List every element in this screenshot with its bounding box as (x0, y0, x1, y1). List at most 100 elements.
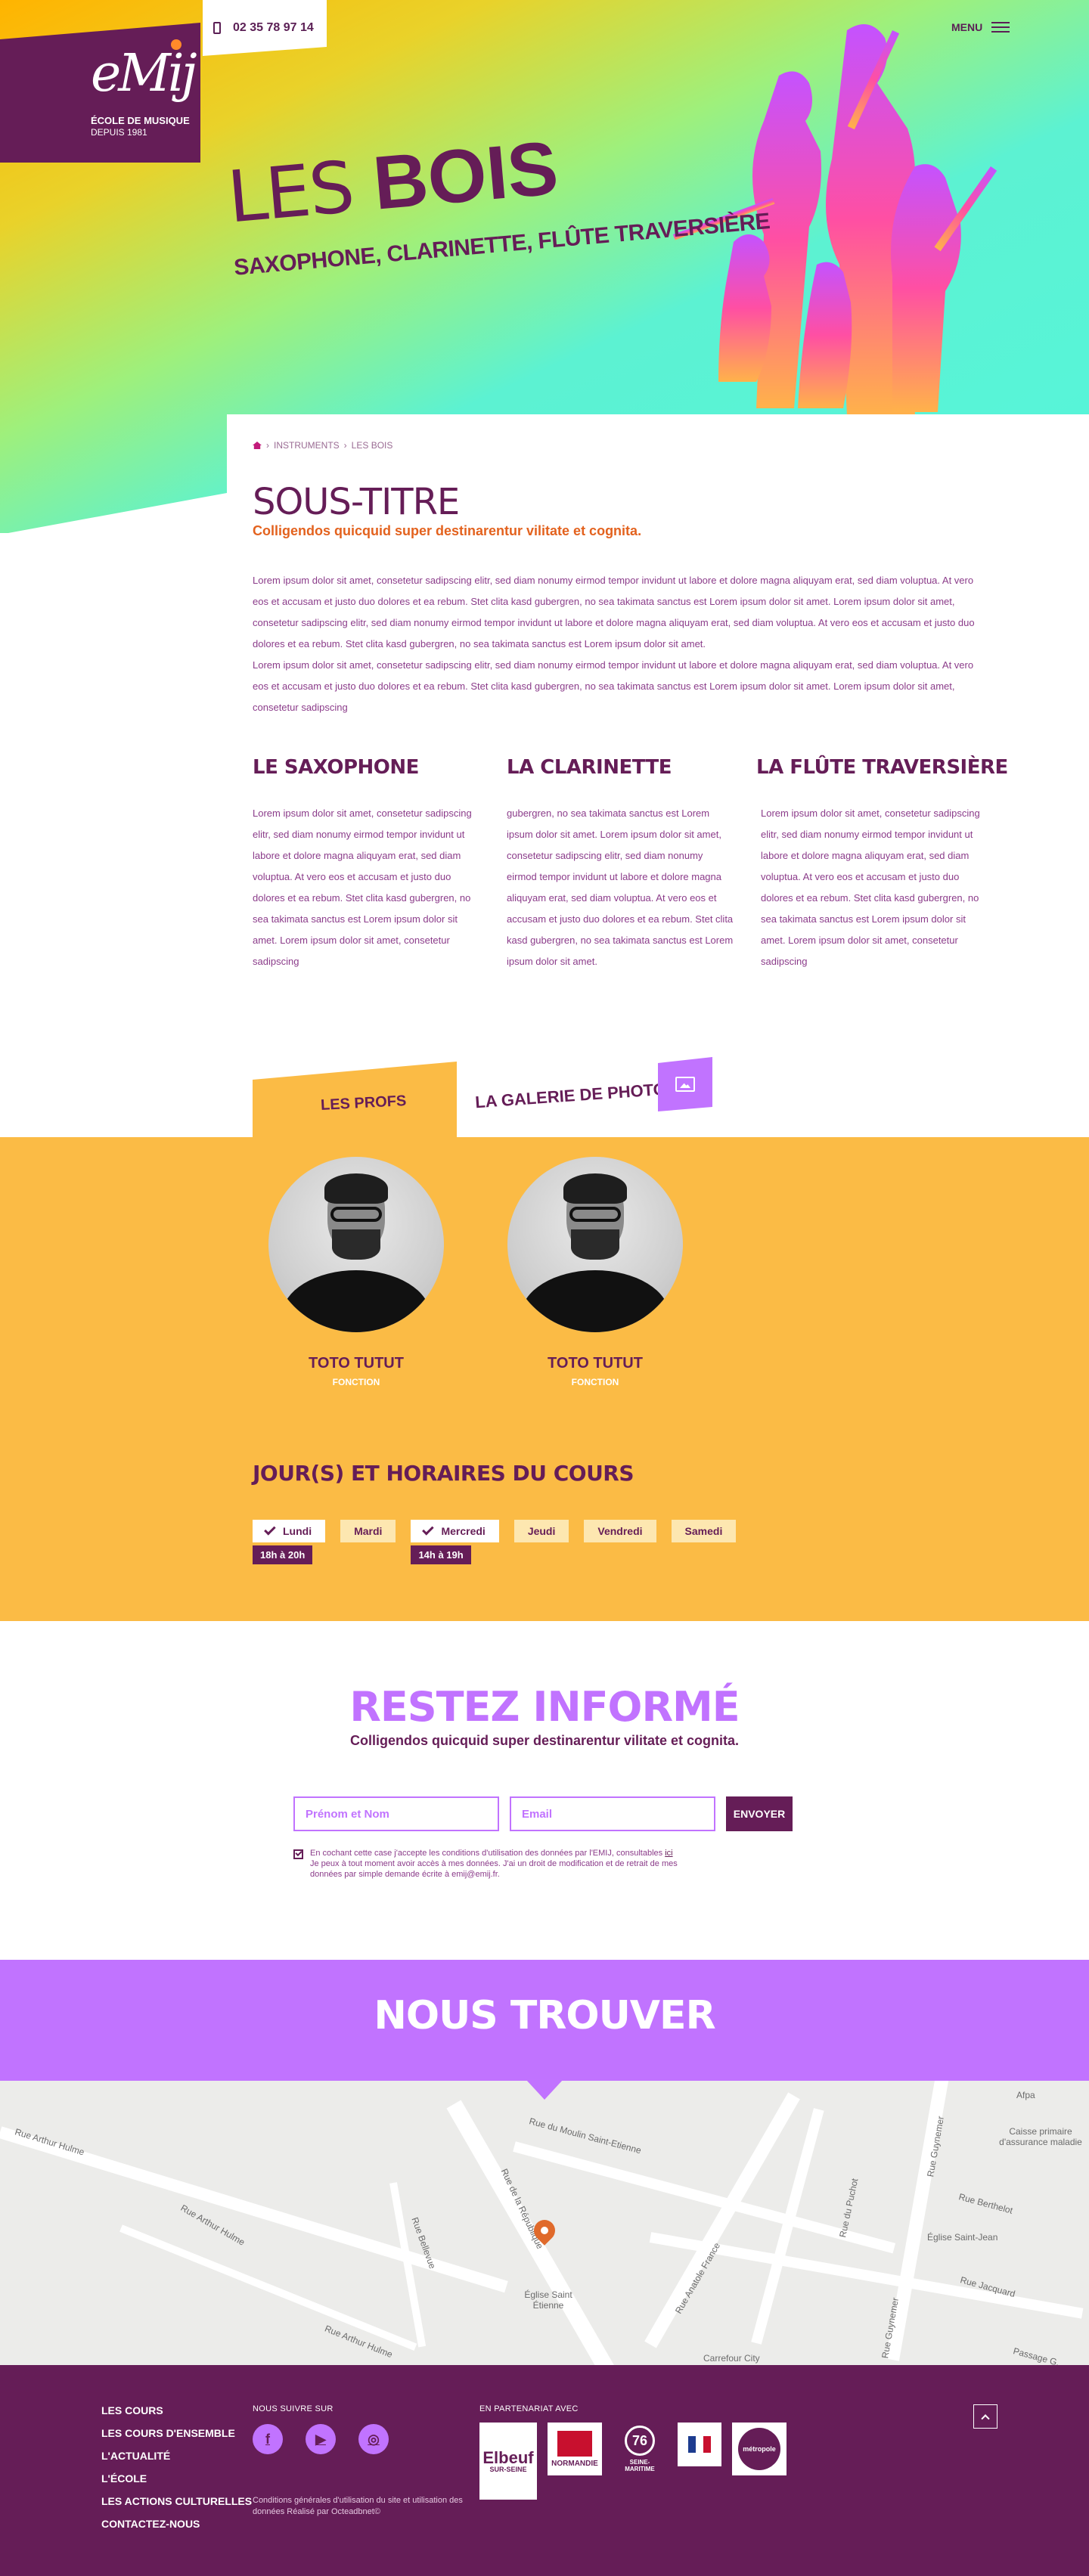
partner-seine-maritime[interactable]: 76 SEINE-MARITIME (613, 2423, 667, 2475)
instrument-title-clarinette: LA CLARINETTE (507, 756, 672, 779)
newsletter-title: RESTEZ INFORMÉ (349, 1683, 740, 1731)
map-label: Église Saint Étienne (524, 2289, 572, 2311)
instrument-text-saxophone: Lorem ipsum dolor sit amet, consetetur s… (253, 808, 472, 967)
consent-link[interactable]: ici (665, 1849, 672, 1858)
tab-gallery[interactable]: LA GALERIE DE PHOTOS (474, 1079, 678, 1113)
section-title: SOUS-TITRE (253, 481, 460, 523)
partner-subname: NORMANDIE (551, 2459, 598, 2468)
menu-label: MENU (951, 21, 983, 33)
normandie-flag-icon (557, 2430, 592, 2457)
day-vendredi: Vendredi (584, 1520, 656, 1542)
day-label: Jeudi (527, 1525, 556, 1537)
breadcrumb-separator: › (343, 440, 347, 451)
menu-button[interactable]: MENU (951, 21, 1010, 33)
partner-name: 76 (625, 2426, 655, 2456)
day-mardi: Mardi (340, 1520, 396, 1542)
partner-normandie[interactable]: NORMANDIE (548, 2423, 602, 2475)
map-label: Afpa (1016, 2090, 1035, 2100)
footer-link-contact[interactable]: CONTACTEZ-NOUS (101, 2518, 252, 2530)
consent-line: Je peux à tout moment avoir accès à mes … (310, 1859, 678, 1879)
logo-tagline: ÉCOLE DE MUSIQUE (91, 115, 190, 126)
instrument-title-flute: LA FLÛTE TRAVERSIÈRE (756, 756, 1008, 779)
map-label: Passage G... (1012, 2345, 1066, 2365)
day-hours: 14h à 19h (411, 1545, 471, 1564)
phone-number[interactable]: 02 35 78 97 14 (233, 21, 314, 35)
check-icon (264, 1524, 276, 1536)
partner-name: métropole (738, 2428, 780, 2470)
map-label: Rue Berthelot (957, 2191, 1014, 2216)
follow-label: NOUS SUIVRE SUR (253, 2404, 334, 2413)
social-links: f ▶ ◎ (253, 2424, 389, 2454)
page-title-light: LES (224, 146, 357, 240)
partner-name: Elbeuf (482, 2447, 534, 2467)
facebook-icon[interactable]: f (253, 2424, 283, 2454)
prof-card[interactable]: TOTO TUTUT FONCTION (507, 1157, 683, 1387)
footer-link-ensemble[interactable]: LES COURS D'ENSEMBLE (101, 2427, 252, 2439)
day-mercredi: Mercredi 14h à 19h (411, 1520, 499, 1564)
avatar (268, 1157, 444, 1332)
check-icon (422, 1524, 435, 1536)
logo-dot-icon (171, 39, 182, 50)
prof-card[interactable]: TOTO TUTUT FONCTION (268, 1157, 444, 1387)
schedule-days: Lundi 18h à 20h Mardi Mercredi 14h à 19h… (253, 1520, 737, 1564)
instrument-text-clarinette: gubergren, no sea takimata sanctus est L… (507, 808, 734, 967)
day-label: Mardi (354, 1525, 383, 1537)
phone-contact[interactable]: 02 35 78 97 14 (203, 0, 327, 56)
consent-line: En cochant cette case j'accepte les cond… (310, 1849, 666, 1858)
hamburger-icon (991, 22, 1010, 33)
breadcrumb-separator: › (266, 440, 269, 451)
prof-role: FONCTION (571, 1377, 619, 1387)
day-label: Mercredi (441, 1525, 486, 1537)
submit-button[interactable]: ENVOYER (726, 1796, 793, 1831)
newsletter-subtitle: Colligendos quicquid super destinarentur… (349, 1733, 740, 1748)
name-input[interactable] (293, 1796, 499, 1831)
intro-paragraph: Lorem ipsum dolor sit amet, consetetur s… (253, 575, 975, 649)
partner-subname: SEINE-MARITIME (625, 2459, 655, 2472)
breadcrumb: › INSTRUMENTS › LES BOIS (253, 440, 392, 451)
partners-label: EN PARTENARIAT AVEC (479, 2404, 579, 2413)
day-lundi: Lundi 18h à 20h (253, 1520, 326, 1564)
consent-checkbox[interactable] (293, 1849, 303, 1859)
gallery-button[interactable] (658, 1057, 712, 1111)
map-label: Caisse primaire d'assurance maladie (999, 2126, 1082, 2147)
chevron-up-icon (981, 2414, 990, 2423)
image-icon (675, 1077, 695, 1092)
prof-role: FONCTION (332, 1377, 380, 1387)
footer-link-ecole[interactable]: L'ÉCOLE (101, 2472, 252, 2485)
partner-subname: SUR-SEINE (489, 2465, 527, 2473)
footer-link-cours[interactable]: LES COURS (101, 2404, 252, 2416)
schedule-title: JOUR(S) ET HORAIRES DU COURS (253, 1461, 634, 1486)
instrument-text-flute: Lorem ipsum dolor sit amet, consetetur s… (761, 808, 980, 967)
day-label: Lundi (283, 1525, 312, 1537)
republique-flag-icon (688, 2436, 711, 2453)
day-samedi: Samedi (671, 1520, 737, 1542)
footer-link-actions[interactable]: LES ACTIONS CULTURELLES (101, 2495, 252, 2507)
map-label: Carrefour City (703, 2353, 760, 2364)
map-label: Rue du Puchot (837, 2177, 861, 2239)
logo-since: DEPUIS 1981 (91, 127, 147, 138)
phone-icon (213, 22, 221, 34)
intro-text: Lorem ipsum dolor sit amet, consetetur s… (253, 570, 979, 718)
breadcrumb-item-instruments[interactable]: INSTRUMENTS (274, 440, 340, 451)
back-to-top-button[interactable] (973, 2404, 997, 2429)
email-input[interactable] (510, 1796, 715, 1831)
consent-text: En cochant cette case j'accepte les cond… (310, 1848, 703, 1880)
day-label: Samedi (684, 1525, 723, 1537)
partner-metropole[interactable]: métropole (732, 2423, 786, 2475)
footer-link-actualite[interactable]: L'ACTUALITÉ (101, 2450, 252, 2462)
avatar (507, 1157, 683, 1332)
partner-logos: Elbeuf SUR-SEINE NORMANDIE 76 SEINE-MARI… (479, 2423, 786, 2500)
day-label: Vendredi (597, 1525, 643, 1537)
partner-prefecture[interactable] (678, 2423, 721, 2466)
instrument-title-saxophone: LE SAXOPHONE (253, 756, 419, 779)
home-icon[interactable] (253, 442, 262, 449)
map-label: Rue Arthur Hulme (323, 2323, 395, 2361)
footer-legal[interactable]: Conditions générales d'utilisation du si… (253, 2495, 479, 2518)
breadcrumb-item-current: LES BOIS (351, 440, 393, 451)
school-logo[interactable]: eMij (91, 44, 197, 104)
instagram-icon[interactable]: ◎ (358, 2424, 389, 2454)
partner-elbeuf[interactable]: Elbeuf SUR-SEINE (479, 2423, 537, 2500)
youtube-icon[interactable]: ▶ (306, 2424, 336, 2454)
location-title: NOUS TROUVER (374, 1993, 715, 2038)
prof-name: TOTO TUTUT (309, 1355, 404, 1372)
